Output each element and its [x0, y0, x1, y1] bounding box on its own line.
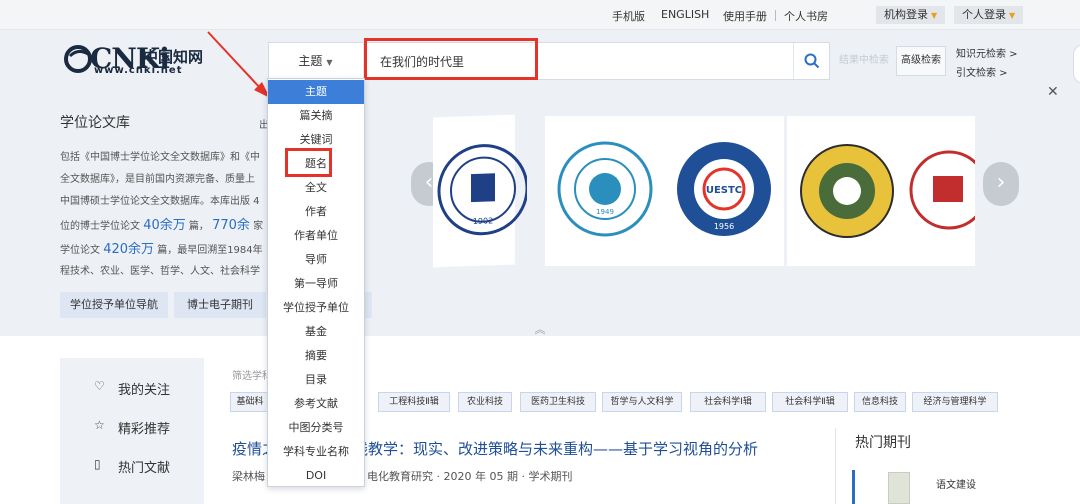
highlight-box-title-option — [285, 148, 332, 177]
dropdown-option[interactable]: 目录 — [268, 368, 364, 392]
degree-unit-nav-button[interactable]: 学位授予单位导航 — [60, 292, 168, 318]
desc-line-1: 包括《中国博士学位论文全文数据库》和《中 — [60, 152, 260, 163]
filter-label: 筛选学科 — [232, 371, 272, 382]
dropdown-option[interactable]: 学科专业名称 — [268, 440, 364, 464]
cnki-logo[interactable]: CNKi 中国知网 www.cnki.net — [64, 42, 209, 80]
dropdown-option[interactable]: 全文 — [268, 176, 364, 200]
article-author[interactable]: 梁林梅 — [232, 470, 265, 483]
phd-journal-button[interactable]: 博士电子期刊 — [174, 292, 266, 318]
hot-bar — [852, 470, 855, 504]
subject-tag[interactable]: 社会科学Ⅱ辑 — [772, 392, 848, 412]
hot-journal-item[interactable]: 语文建设 — [936, 476, 976, 491]
article-source[interactable]: 电化教育研究 — [367, 470, 433, 483]
heart-icon: ♡ — [94, 379, 105, 393]
chevron-up-icon[interactable]: ︽ — [532, 322, 548, 338]
close-icon[interactable]: ✕ — [1047, 84, 1059, 100]
english-link[interactable]: ENGLISH — [661, 8, 709, 21]
lanzhou-seal-icon — [909, 150, 975, 230]
desc-line-5: 学位论文 420余万 篇，最早回溯至1984年 — [60, 242, 263, 257]
caret-down-icon: ▼ — [326, 58, 333, 67]
beijing-normal-seal-icon: 1902 — [437, 144, 527, 236]
subject-tag[interactable]: 经济与管理科学 — [912, 392, 998, 412]
subject-tag[interactable]: 社会科学Ⅰ辑 — [690, 392, 766, 412]
search-within-results-button[interactable]: 结果中检索 — [836, 48, 892, 74]
hot-journals-title: 热门期刊 — [855, 435, 911, 451]
search-type-select[interactable]: 主题 ▼ — [268, 42, 364, 80]
dalian-tech-seal-icon: 1949 — [557, 141, 653, 237]
page: 手机版 ENGLISH 使用手册 个人书房 机构登录 ▼ 个人登录 ▼ CNKi 中… — [0, 0, 1080, 504]
dropdown-option[interactable]: 作者 — [268, 200, 364, 224]
search-type-dropdown: 主题 篇关摘 关键词 题名 全文 作者 作者单位 导师 第一导师 学位授予单位 … — [267, 78, 365, 487]
institution-login-button[interactable]: 机构登录 ▼ — [876, 6, 946, 24]
search-icon — [804, 53, 820, 69]
top-bar: 手机版 ENGLISH 使用手册 个人书房 机构登录 ▼ 个人登录 ▼ — [0, 0, 1080, 30]
svg-text:1956: 1956 — [714, 222, 734, 231]
logo-url: www.cnki.net — [94, 65, 183, 76]
svg-text:UESTC: UESTC — [706, 185, 742, 196]
subject-tag[interactable]: 工程科技Ⅱ辑 — [378, 392, 450, 412]
subject-tag[interactable]: 农业科技 — [458, 392, 512, 412]
personal-study-link[interactable]: 个人书房 — [784, 8, 828, 24]
citation-search-link[interactable]: 引文检索 > — [956, 64, 1008, 79]
chevron-down-icon: ▼ — [931, 11, 938, 20]
subject-tag[interactable]: 基础科 — [230, 392, 270, 412]
mobile-link[interactable]: 手机版 — [612, 8, 645, 24]
subject-tag[interactable]: 信息科技 — [854, 392, 906, 412]
dropdown-option[interactable]: 作者单位 — [268, 224, 364, 248]
divider — [775, 10, 776, 21]
personal-login-button[interactable]: 个人登录 ▼ — [954, 6, 1024, 24]
star-icon: ☆ — [94, 418, 105, 432]
dropdown-option[interactable]: 中图分类号 — [268, 416, 364, 440]
desc-line-2: 全文数据库》，是目前国内资源完备、质量上 — [60, 174, 255, 185]
recommend-link[interactable]: 精彩推荐 — [118, 418, 170, 437]
university-card[interactable]: 1902 — [433, 114, 527, 268]
dropdown-option[interactable]: 第一导师 — [268, 272, 364, 296]
hot-literature-link[interactable]: 热门文献 — [118, 457, 170, 476]
journal-cover-thumbnail[interactable] — [888, 472, 910, 504]
highlight-box-search — [364, 38, 538, 80]
dropdown-option[interactable]: 学位授予单位 — [268, 296, 364, 320]
subject-tag[interactable]: 医药卫生科技 — [520, 392, 596, 412]
desc-line-6: 程技术、农业、医学、哲学、人文、社会科学 — [60, 266, 260, 277]
document-icon: ▯ — [94, 457, 101, 471]
dropdown-option[interactable]: DOI — [268, 464, 364, 488]
svg-text:1949: 1949 — [596, 208, 614, 216]
carousel-next-button[interactable]: › — [983, 162, 1019, 206]
logo-chinese: 中国知网 — [143, 48, 204, 66]
southeast-seal-icon — [800, 144, 894, 238]
search-type-label: 主题 — [298, 54, 323, 68]
search-button[interactable] — [793, 43, 830, 79]
desc-line-4: 位的博士学位论文 40余万 篇， 770余 家 — [60, 218, 264, 233]
side-widget[interactable] — [1073, 44, 1080, 84]
manual-link[interactable]: 使用手册 — [723, 8, 767, 24]
subject-tag[interactable]: 哲学与人文科学 — [602, 392, 682, 412]
chevron-down-icon: ▼ — [1009, 11, 1016, 20]
university-card[interactable]: 1949 — [545, 116, 665, 266]
personal-login-label: 个人登录 — [962, 8, 1006, 21]
desc-line-3: 中国博硕士学位论文全文数据库。本库出版 4 — [60, 196, 260, 207]
library-title: 学位论文库 — [60, 115, 130, 131]
dropdown-option[interactable]: 参考文献 — [268, 392, 364, 416]
dropdown-option-topic[interactable]: 主题 — [268, 80, 364, 104]
advanced-search-button[interactable]: 高级检索 — [896, 46, 946, 76]
divider — [835, 428, 836, 504]
university-card[interactable] — [787, 116, 907, 266]
article-issue: 2020 年 05 期 — [443, 470, 518, 483]
dropdown-option[interactable]: 摘要 — [268, 344, 364, 368]
knowledge-search-link[interactable]: 知识元检索 > — [956, 45, 1018, 60]
article-type: 学术期刊 — [528, 470, 573, 483]
my-follow-link[interactable]: 我的关注 — [118, 379, 170, 398]
institution-login-label: 机构登录 — [884, 8, 928, 21]
university-card[interactable]: UESTC 1956 — [664, 116, 784, 266]
dropdown-option[interactable]: 基金 — [268, 320, 364, 344]
dropdown-option[interactable]: 篇关摘 — [268, 104, 364, 128]
dropdown-option[interactable]: 导师 — [268, 248, 364, 272]
university-card[interactable] — [905, 116, 975, 266]
svg-text:1902: 1902 — [473, 216, 493, 226]
uestc-seal-icon: UESTC 1956 — [677, 142, 771, 236]
